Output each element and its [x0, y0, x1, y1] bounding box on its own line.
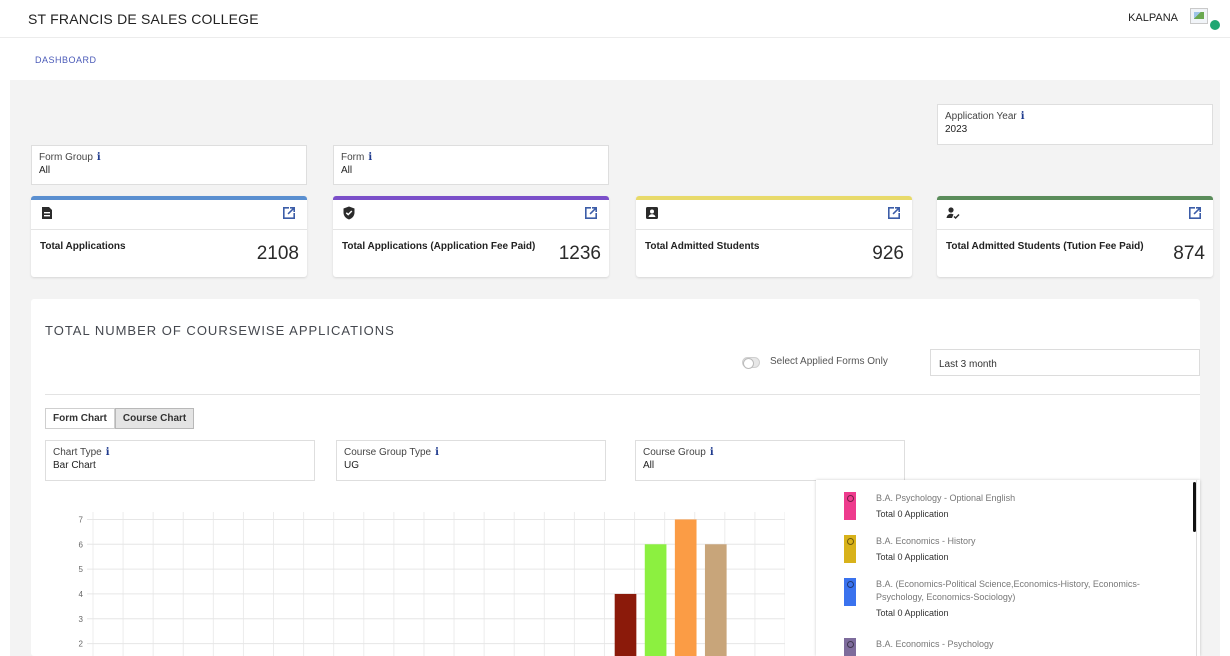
chart-bar[interactable] [614, 593, 637, 656]
form-group-label: Form Group [39, 152, 93, 163]
stat-title: Total Admitted Students (Tution Fee Paid… [946, 241, 1144, 252]
y-tick-label: 3 [79, 615, 84, 624]
application-year-select[interactable]: Application Year i 2023 [937, 104, 1213, 145]
form-value: All [341, 165, 353, 176]
course-group-type-select[interactable]: Course Group Type i UG [336, 440, 606, 481]
course-group-type-value: UG [344, 460, 359, 471]
course-group-value: All [643, 460, 655, 471]
legend-scrollbar[interactable] [1193, 482, 1196, 532]
chart-bar[interactable] [644, 544, 667, 656]
chart-bar[interactable] [674, 519, 697, 656]
info-icon[interactable]: i [710, 447, 714, 458]
y-tick-label: 5 [79, 565, 84, 574]
chart-type-value: Bar Chart [53, 460, 96, 471]
y-tick-label: 7 [79, 515, 84, 524]
external-link-icon[interactable] [281, 205, 297, 221]
stat-card-total-applications: Total Applications 2108 [31, 196, 307, 277]
chart-type-label: Chart Type [53, 447, 102, 458]
course-group-select[interactable]: Course Group i All [635, 440, 905, 481]
course-group-type-label: Course Group Type [344, 447, 432, 458]
stat-value: 1236 [558, 243, 601, 264]
stat-value: 2108 [256, 243, 299, 264]
chart-legend: B.A. Psychology - Optional English Total … [816, 480, 1200, 656]
breadcrumb[interactable]: DASHBOARD [35, 55, 97, 65]
applied-forms-toggle[interactable] [742, 357, 760, 369]
legend-swatch [844, 535, 856, 563]
stat-title: Total Applications [40, 241, 126, 252]
shield-check-icon [343, 206, 355, 220]
id-card-icon [646, 207, 658, 219]
y-tick-label: 6 [79, 540, 84, 549]
y-axis-ticks: 2 3 4 5 6 7 [79, 515, 84, 648]
document-icon [42, 207, 52, 219]
online-status-dot [1210, 20, 1220, 30]
y-tick-label: 2 [79, 640, 84, 649]
external-link-icon[interactable] [886, 205, 902, 221]
stat-value: 874 [1173, 243, 1205, 264]
course-group-label: Course Group [643, 447, 706, 458]
chart-tabs: Form Chart Course Chart [45, 408, 195, 429]
info-icon[interactable]: i [1021, 111, 1025, 122]
external-link-icon[interactable] [1187, 205, 1203, 221]
legend-scroll-track [1196, 480, 1197, 656]
course-bar-chart: 2 3 4 5 6 7 [79, 512, 785, 656]
info-icon[interactable]: i [435, 447, 439, 458]
form-label: Form [341, 152, 365, 163]
top-bar: ST FRANCIS DE SALES COLLEGE KALPANA [0, 0, 1230, 38]
form-group-select[interactable]: Form Group i All [31, 145, 307, 185]
info-icon[interactable]: i [106, 447, 110, 458]
divider [45, 394, 1200, 395]
stat-title: Total Applications (Application Fee Paid… [342, 241, 536, 252]
date-range-select[interactable]: Last 3 month [930, 349, 1200, 376]
legend-label: B.A. (Economics-Political Science,Econom… [876, 579, 1140, 618]
stat-title: Total Admitted Students [645, 241, 760, 252]
tab-form-chart[interactable]: Form Chart [45, 408, 115, 429]
tab-course-chart[interactable]: Course Chart [114, 408, 195, 429]
chart-bars [614, 519, 727, 656]
info-icon[interactable]: i [368, 152, 372, 163]
y-tick-label: 4 [79, 590, 84, 599]
college-name: ST FRANCIS DE SALES COLLEGE [28, 11, 259, 27]
stat-card-tuition-paid-students: Total Admitted Students (Tution Fee Paid… [937, 196, 1213, 277]
stat-value: 926 [872, 243, 904, 264]
chart-bar[interactable] [704, 544, 727, 656]
user-check-icon [946, 207, 960, 220]
chart-type-select[interactable]: Chart Type i Bar Chart [45, 440, 315, 481]
panel-title: TOTAL NUMBER OF COURSEWISE APPLICATIONS [45, 323, 395, 338]
legend-swatch [844, 492, 856, 520]
stat-card-admitted-students: Total Admitted Students 926 [636, 196, 912, 277]
legend-label: B.A. Economics - History Total 0 Applicat… [876, 536, 976, 562]
legend-swatch [844, 638, 856, 656]
application-year-value: 2023 [945, 124, 968, 135]
applied-forms-toggle-label: Select Applied Forms Only [770, 356, 888, 367]
legend-label: B.A. Economics - Psychology [876, 639, 994, 649]
user-name[interactable]: KALPANA [1128, 12, 1178, 24]
form-group-value: All [39, 165, 51, 176]
legend-label: B.A. Psychology - Optional English Total … [876, 493, 1016, 519]
external-link-icon[interactable] [583, 205, 599, 221]
application-year-label: Application Year [945, 111, 1017, 122]
stat-card-fee-paid-applications: Total Applications (Application Fee Paid… [333, 196, 609, 277]
form-select[interactable]: Form i All [333, 145, 609, 185]
info-icon[interactable]: i [97, 152, 101, 163]
avatar[interactable] [1190, 8, 1208, 24]
breadcrumb-bar: DASHBOARD [0, 38, 1230, 80]
coursewise-applications-panel: TOTAL NUMBER OF COURSEWISE APPLICATIONS … [31, 299, 1200, 656]
